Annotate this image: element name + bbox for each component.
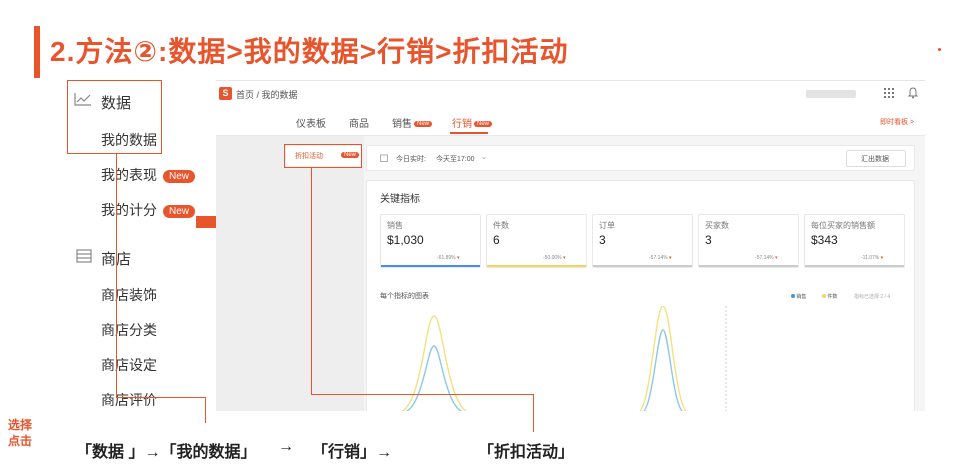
tab-marketing[interactable]: 行销 New — [452, 115, 493, 130]
active-tab-underline — [450, 132, 488, 134]
tab-sales[interactable]: 销售 New — [392, 115, 433, 130]
metric-label: 销售 — [387, 221, 403, 230]
legend-dot — [822, 294, 826, 298]
menu-item-shop-category[interactable]: 商店分类 — [101, 320, 157, 340]
bell-icon[interactable] — [908, 87, 918, 99]
down-arrow-icon: ▾ — [773, 255, 778, 261]
breadcrumb[interactable]: 首页 / 我的数据 — [236, 88, 298, 101]
down-arrow-icon: ▾ — [561, 255, 566, 261]
legend-units: 件数 — [822, 293, 837, 300]
metric-color-bar — [699, 265, 798, 267]
apps-grid-icon[interactable] — [884, 88, 894, 98]
metric-value: 3 — [599, 233, 606, 247]
menu-item-shop-decoration[interactable]: 商店装饰 — [101, 285, 157, 305]
metric-card[interactable]: 每位买家的销售额 $343 -11.07% ▾ — [804, 214, 905, 268]
seller-center-screenshot: S 首页 / 我的数据 仪表板 商品 销售 New 行销 New 即时看板 > 折扣… — [216, 80, 925, 411]
menu-item-label: 我的计分 — [101, 202, 157, 218]
metric-color-bar — [805, 265, 904, 267]
legend-label: 销售 — [796, 294, 807, 300]
step-data-my-data: 「数据 」→「我的数据」 — [76, 444, 257, 461]
metric-change: -57.14% ▾ — [755, 255, 778, 261]
menu-item-my-data[interactable]: 我的数据 — [101, 130, 157, 150]
shop-logo: S — [219, 87, 232, 100]
tab-products[interactable]: 商品 — [349, 115, 369, 130]
chevron-down-icon[interactable]: ⌄ — [481, 153, 487, 161]
key-metrics-card: 关键指标 销售 $1,030 -61.89% ▾ 件数 6 -50.00% ▾ 订单 3 -57… — [366, 180, 915, 411]
calendar-icon — [380, 154, 388, 162]
metric-color-bar — [487, 265, 586, 267]
legend-label: 件数 — [827, 294, 838, 300]
down-arrow-icon: ▾ — [879, 255, 884, 261]
realtime-filter-bar: 今日实时: 今天至17:00 ⌄ 汇出数据 — [366, 145, 915, 171]
realtime-label: 今日实时: — [396, 156, 426, 163]
down-arrow-icon: ▾ — [667, 255, 672, 261]
metric-label: 件数 — [493, 221, 509, 230]
metric-card[interactable]: 销售 $1,030 -61.89% ▾ — [380, 214, 481, 268]
metric-change: -61.89% ▾ — [437, 255, 460, 261]
new-badge: New — [163, 204, 196, 218]
new-badge: New — [474, 121, 493, 128]
account-name-blurred[interactable] — [806, 90, 856, 98]
tab-dashboard[interactable]: 仪表板 — [296, 115, 326, 130]
connector-line-data-down — [205, 397, 206, 423]
metric-label: 买家数 — [705, 221, 729, 230]
down-arrow-icon: ▾ — [455, 255, 460, 261]
connector-line-data-vertical — [116, 154, 117, 398]
metric-value: $343 — [811, 233, 838, 247]
metric-color-bar — [593, 265, 692, 267]
tab-bar: 仪表板 商品 销售 New 行销 New 即时看板 > — [216, 107, 925, 136]
metric-value: $1,030 — [387, 233, 424, 247]
metric-change: -11.07% ▾ — [861, 255, 884, 261]
connector-line-discount-vertical — [311, 167, 312, 395]
metrics-selected-count[interactable]: 指标已选择 2 / 4 — [854, 293, 890, 300]
metric-card[interactable]: 订单 3 -57.14% ▾ — [592, 214, 693, 268]
select-label: 选择 — [8, 418, 33, 432]
realtime-period-select[interactable]: 今天至17:00 — [436, 154, 475, 164]
connector-line-discount-down — [533, 394, 534, 432]
marketing-side-panel: 折扣活动 New — [216, 136, 364, 411]
legend-dot — [791, 294, 795, 298]
menu-item-shop-settings[interactable]: 商店设定 — [101, 355, 157, 375]
connector-line-discount-horizontal — [311, 394, 534, 395]
step-arrow: → — [278, 438, 294, 455]
metric-card[interactable]: 买家数 3 -57.14% ▾ — [698, 214, 799, 268]
new-badge: New — [163, 169, 196, 183]
highlight-box-discount — [284, 144, 362, 168]
metrics-line-chart — [400, 306, 727, 411]
metric-color-bar — [381, 265, 480, 267]
key-metrics-title: 关键指标 — [380, 194, 420, 205]
click-label: 点击 — [8, 434, 33, 448]
metric-change: -50.00% ▾ — [543, 255, 566, 261]
menu-item-shop-reviews[interactable]: 商店评价 — [101, 390, 157, 410]
decor-dot — [938, 48, 941, 51]
step-discount: 「折扣活动」 — [478, 444, 575, 461]
chart-title: 每个指标的图表 — [380, 293, 429, 300]
title-accent-bar — [34, 26, 40, 78]
shop-icon — [76, 249, 92, 263]
menu-item-label: 我的表现 — [101, 167, 157, 183]
main-content: 今日实时: 今天至17:00 ⌄ 汇出数据 关键指标 销售 $1,030 -61.8… — [366, 136, 925, 411]
metric-card[interactable]: 件数 6 -50.00% ▾ — [486, 214, 587, 268]
step-marketing: 「行销」→ — [312, 444, 393, 461]
legend-sales: 销售 — [791, 293, 806, 300]
top-bar: S 首页 / 我的数据 — [216, 81, 925, 107]
connector-line-data-horizontal — [116, 397, 206, 398]
series-line-units — [400, 306, 688, 411]
export-label: 汇出数据 — [861, 156, 889, 163]
metric-change: -57.14% ▾ — [649, 255, 672, 261]
metric-label: 每位买家的销售额 — [811, 221, 875, 230]
metric-label: 订单 — [599, 221, 615, 230]
series-line-sales — [405, 329, 684, 411]
metric-value: 3 — [705, 233, 712, 247]
new-badge: New — [414, 121, 433, 128]
realtime-dashboard-link[interactable]: 即时看板 > — [880, 117, 914, 127]
export-data-button[interactable]: 汇出数据 — [846, 150, 906, 167]
page-title: 2.方法②:数据>我的数据>行销>折扣活动 — [50, 36, 569, 67]
metric-value: 6 — [493, 233, 500, 247]
